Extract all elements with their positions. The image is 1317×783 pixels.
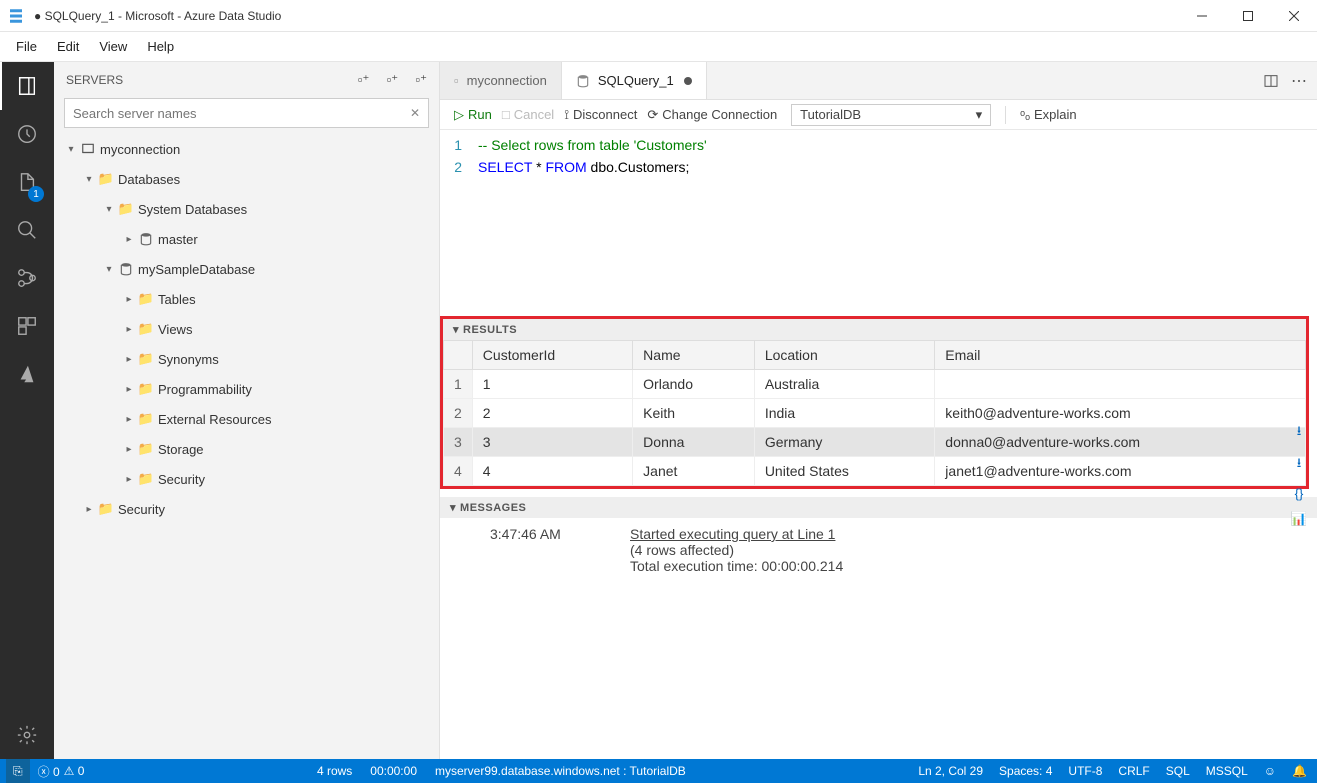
close-button[interactable] bbox=[1271, 0, 1317, 32]
status-cursor[interactable]: Ln 2, Col 29 bbox=[918, 764, 983, 778]
search-box[interactable]: ✕ bbox=[64, 98, 429, 128]
sidebar: SERVERS ▫⁺ ▫⁺ ▫⁺ ✕ ▾myconnection ▾📁Datab… bbox=[54, 62, 440, 759]
maximize-button[interactable] bbox=[1225, 0, 1271, 32]
activity-badge: 1 bbox=[28, 186, 44, 202]
more-actions-icon[interactable]: ⋯ bbox=[1291, 71, 1307, 91]
table-row[interactable]: 22KeithIndiakeith0@adventure-works.com bbox=[444, 399, 1306, 428]
database-select[interactable]: TutorialDB▾ bbox=[791, 104, 991, 126]
message-line3: Total execution time: 00:00:00.214 bbox=[490, 558, 1297, 574]
status-spaces[interactable]: Spaces: 4 bbox=[999, 764, 1052, 778]
messages-header: MESSAGES bbox=[460, 502, 526, 514]
titlebar: ● SQLQuery_1 - Microsoft - Azure Data St… bbox=[0, 0, 1317, 32]
message-line1[interactable]: Started executing query at Line 1 bbox=[630, 526, 835, 542]
clear-search-icon[interactable]: ✕ bbox=[410, 106, 420, 120]
feedback-icon[interactable]: ☺ bbox=[1264, 764, 1276, 778]
activity-history[interactable] bbox=[0, 110, 54, 158]
run-button[interactable]: ▷ Run bbox=[454, 107, 492, 123]
minimize-button[interactable] bbox=[1179, 0, 1225, 32]
new-group-icon[interactable]: ▫⁺ bbox=[387, 72, 398, 87]
table-row[interactable]: 33DonnaGermanydonna0@adventure-works.com bbox=[444, 428, 1306, 457]
collapse-icon[interactable]: ▾ bbox=[453, 323, 459, 336]
tree-folder-views[interactable]: ▸📁Views bbox=[54, 314, 439, 344]
tab-sqlquery[interactable]: SQLQuery_1 bbox=[562, 62, 707, 99]
new-query-icon[interactable]: ▫⁺ bbox=[416, 72, 427, 87]
status-eol[interactable]: CRLF bbox=[1118, 764, 1149, 778]
app-icon bbox=[0, 7, 32, 25]
tree-folder-storage[interactable]: ▸📁Storage bbox=[54, 434, 439, 464]
activity-settings[interactable] bbox=[0, 711, 54, 759]
menu-file[interactable]: File bbox=[6, 35, 47, 58]
menu-view[interactable]: View bbox=[89, 35, 137, 58]
activity-azure[interactable] bbox=[0, 350, 54, 398]
tree-databases[interactable]: ▾📁Databases bbox=[54, 164, 439, 194]
remote-icon[interactable]: ⎘ bbox=[6, 759, 30, 783]
new-connection-icon[interactable]: ▫⁺ bbox=[358, 72, 369, 87]
tree-system-databases[interactable]: ▾📁System Databases bbox=[54, 194, 439, 224]
export-excel-icon[interactable]: ⭳ bbox=[1297, 454, 1302, 476]
explain-button[interactable]: ᵒₒ Explain bbox=[1020, 107, 1076, 122]
change-connection-button[interactable]: ⟳ Change Connection bbox=[647, 107, 777, 123]
table-row[interactable]: 44JanetUnited Statesjanet1@adventure-wor… bbox=[444, 457, 1306, 486]
collapse-icon[interactable]: ▾ bbox=[450, 501, 456, 514]
table-row[interactable]: 11OrlandoAustralia bbox=[444, 370, 1306, 399]
results-header: RESULTS bbox=[463, 324, 517, 336]
status-lang[interactable]: SQL bbox=[1166, 764, 1190, 778]
status-bar: ⎘ ⓧ 0 ⚠ 0 4 rows 00:00:00 myserver99.dat… bbox=[0, 759, 1317, 783]
message-line2: (4 rows affected) bbox=[490, 542, 1297, 558]
disconnect-button[interactable]: ⟟ Disconnect bbox=[564, 107, 637, 123]
status-server[interactable]: myserver99.database.windows.net : Tutori… bbox=[435, 764, 686, 778]
status-warnings[interactable]: ⚠ 0 bbox=[64, 764, 85, 778]
tab-myconnection[interactable]: ▫myconnection bbox=[440, 62, 562, 99]
activity-source-control[interactable] bbox=[0, 254, 54, 302]
chart-icon[interactable]: 📊 bbox=[1291, 511, 1307, 527]
sidebar-title: SERVERS bbox=[66, 73, 344, 87]
menubar: File Edit View Help bbox=[0, 32, 1317, 62]
tree-master[interactable]: ▸master bbox=[54, 224, 439, 254]
tree-folder-synonyms[interactable]: ▸📁Synonyms bbox=[54, 344, 439, 374]
results-panel: ▾ RESULTS CustomerId Name Location Email … bbox=[440, 316, 1309, 489]
tree-folder-external-resources[interactable]: ▸📁External Resources bbox=[54, 404, 439, 434]
tree-sample-database[interactable]: ▾mySampleDatabase bbox=[54, 254, 439, 284]
results-export-icons: ⭳ ⭳ {} 📊 bbox=[1287, 422, 1311, 527]
server-tree: ▾myconnection ▾📁Databases ▾📁System Datab… bbox=[54, 134, 439, 524]
menu-edit[interactable]: Edit bbox=[47, 35, 89, 58]
message-time: 3:47:46 AM bbox=[490, 526, 590, 542]
activity-servers[interactable] bbox=[0, 62, 54, 110]
status-encoding[interactable]: UTF-8 bbox=[1068, 764, 1102, 778]
export-json-icon[interactable]: {} bbox=[1295, 486, 1304, 501]
tree-folder-tables[interactable]: ▸📁Tables bbox=[54, 284, 439, 314]
tree-root-security[interactable]: ▸📁Security bbox=[54, 494, 439, 524]
split-editor-icon[interactable] bbox=[1263, 73, 1279, 89]
activity-extensions[interactable] bbox=[0, 302, 54, 350]
activity-search[interactable] bbox=[0, 206, 54, 254]
export-csv-icon[interactable]: ⭳ bbox=[1297, 422, 1302, 444]
messages-panel: ▾ MESSAGES 3:47:46 AM Started executing qu… bbox=[440, 497, 1317, 582]
tree-folder-programmability[interactable]: ▸📁Programmability bbox=[54, 374, 439, 404]
menu-help[interactable]: Help bbox=[137, 35, 184, 58]
status-elapsed: 00:00:00 bbox=[370, 764, 417, 778]
status-conn[interactable]: MSSQL bbox=[1206, 764, 1248, 778]
tree-connection[interactable]: ▾myconnection bbox=[54, 134, 439, 164]
chevron-down-icon: ▾ bbox=[976, 107, 983, 123]
bell-icon[interactable]: 🔔 bbox=[1292, 764, 1307, 778]
cancel-button[interactable]: □ Cancel bbox=[502, 107, 554, 122]
editor-area: ▫myconnection SQLQuery_1 ⋯ ▷ Run □ Cance… bbox=[440, 62, 1317, 759]
tree-folder-security[interactable]: ▸📁Security bbox=[54, 464, 439, 494]
window-title: ● SQLQuery_1 - Microsoft - Azure Data St… bbox=[32, 9, 1179, 23]
query-toolbar: ▷ Run □ Cancel ⟟ Disconnect ⟳ Change Con… bbox=[440, 100, 1317, 130]
search-input[interactable] bbox=[73, 106, 410, 121]
code-editor[interactable]: 1-- Select rows from table 'Customers' 2… bbox=[440, 130, 1317, 186]
tab-bar: ▫myconnection SQLQuery_1 ⋯ bbox=[440, 62, 1317, 100]
results-grid[interactable]: CustomerId Name Location Email 11Orlando… bbox=[443, 340, 1306, 486]
dirty-indicator bbox=[684, 77, 692, 85]
activity-bar: 1 bbox=[0, 62, 54, 759]
status-rows: 4 rows bbox=[317, 764, 352, 778]
activity-explorer[interactable]: 1 bbox=[0, 158, 54, 206]
database-icon bbox=[576, 74, 590, 88]
status-errors[interactable]: ⓧ 0 bbox=[38, 763, 60, 780]
